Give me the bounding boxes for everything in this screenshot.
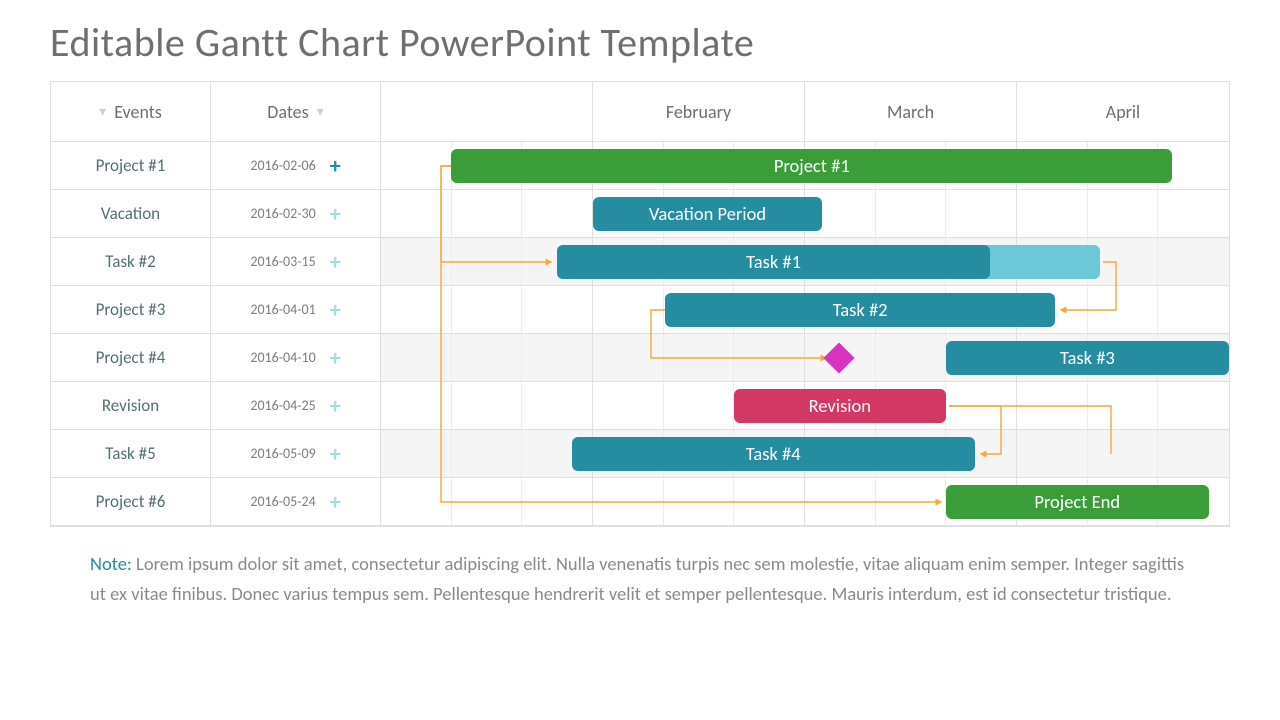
timeline-cell: Project End — [381, 478, 1229, 526]
gantt-table: ▾ Events Dates ▾ February March April Pr… — [50, 81, 1230, 527]
table-row: Project #3 2016-04-01 + Task #2 — [51, 286, 1229, 334]
month-col: March — [805, 82, 1017, 141]
plus-icon[interactable]: + — [330, 395, 341, 417]
plus-icon[interactable]: + — [330, 347, 341, 369]
event-cell: Task #5 — [51, 430, 211, 478]
plus-icon[interactable]: + — [330, 155, 341, 177]
timeline-cell: Project #1 — [381, 142, 1229, 190]
dates-header[interactable]: Dates ▾ — [211, 82, 381, 142]
gantt-bar-task3[interactable]: Task #3 — [946, 341, 1229, 375]
plus-icon[interactable]: + — [330, 203, 341, 225]
timeline-cell: Vacation Period — [381, 190, 1229, 238]
plus-icon[interactable]: + — [330, 491, 341, 513]
timeline-cell: Task #1 — [381, 238, 1229, 286]
date-text: 2016-04-25 — [250, 397, 315, 414]
dates-header-label: Dates — [267, 101, 308, 123]
event-cell: Project #3 — [51, 286, 211, 334]
events-header[interactable]: ▾ Events — [51, 82, 211, 142]
month-col — [381, 82, 593, 141]
date-text: 2016-05-24 — [250, 493, 315, 510]
table-row: Project #4 2016-04-10 + Task #3 — [51, 334, 1229, 382]
gantt-bar-vacation[interactable]: Vacation Period — [593, 197, 822, 231]
page-title: Editable Gantt Chart PowerPoint Template — [50, 18, 1230, 67]
timeline-cell: Task #3 — [381, 334, 1229, 382]
month-col: February — [593, 82, 805, 141]
event-cell: Project #1 — [51, 142, 211, 190]
plus-icon[interactable]: + — [330, 299, 341, 321]
month-col: April — [1017, 82, 1229, 141]
date-text: 2016-03-15 — [250, 253, 315, 270]
gantt-bar-project1[interactable]: Project #1 — [451, 149, 1172, 183]
event-cell: Revision — [51, 382, 211, 430]
event-cell: Project #6 — [51, 478, 211, 526]
event-cell: Task #2 — [51, 238, 211, 286]
event-cell: Vacation — [51, 190, 211, 238]
date-cell: 2016-05-24 + — [211, 478, 381, 526]
gantt-bar-task2[interactable]: Task #2 — [665, 293, 1055, 327]
table-row: Project #6 2016-05-24 + Project End — [51, 478, 1229, 526]
date-cell: 2016-04-01 + — [211, 286, 381, 334]
date-cell: 2016-03-15 + — [211, 238, 381, 286]
gantt-bar-revision[interactable]: Revision — [734, 389, 946, 423]
table-row: Vacation 2016-02-30 + Vacation Period — [51, 190, 1229, 238]
chevron-down-icon: ▾ — [99, 103, 106, 120]
events-header-label: Events — [114, 101, 162, 123]
date-text: 2016-05-09 — [250, 445, 315, 462]
note-text: Note: Lorem ipsum dolor sit amet, consec… — [90, 549, 1190, 608]
milestone-icon[interactable] — [823, 342, 854, 373]
plus-icon[interactable]: + — [330, 251, 341, 273]
event-cell: Project #4 — [51, 334, 211, 382]
timeline-cell: Task #2 — [381, 286, 1229, 334]
timeline-cell: Revision — [381, 382, 1229, 430]
date-cell: 2016-02-30 + — [211, 190, 381, 238]
date-cell: 2016-05-09 + — [211, 430, 381, 478]
date-text: 2016-02-30 — [250, 205, 315, 222]
date-cell: 2016-04-25 + — [211, 382, 381, 430]
gantt-bar-task1[interactable]: Task #1 — [557, 245, 989, 279]
months-header: February March April — [381, 82, 1229, 142]
date-text: 2016-02-06 — [250, 157, 315, 174]
date-cell: 2016-04-10 + — [211, 334, 381, 382]
gantt-bar-task4[interactable]: Task #4 — [572, 437, 975, 471]
chevron-down-icon: ▾ — [317, 103, 324, 120]
gantt-bar-end[interactable]: Project End — [946, 485, 1209, 519]
date-cell: 2016-02-06 + — [211, 142, 381, 190]
table-row: Task #2 2016-03-15 + Task #1 — [51, 238, 1229, 286]
table-row: Project #1 2016-02-06 + Project #1 — [51, 142, 1229, 190]
table-row: Task #5 2016-05-09 + Task #4 — [51, 430, 1229, 478]
table-row: Revision 2016-04-25 + Revision — [51, 382, 1229, 430]
date-text: 2016-04-01 — [250, 301, 315, 318]
note-body: Lorem ipsum dolor sit amet, consectetur … — [90, 552, 1184, 605]
timeline-cell: Task #4 — [381, 430, 1229, 478]
date-text: 2016-04-10 — [250, 349, 315, 366]
plus-icon[interactable]: + — [330, 443, 341, 465]
gantt-header-row: ▾ Events Dates ▾ February March April — [51, 82, 1229, 142]
note-label: Note: — [90, 552, 132, 575]
